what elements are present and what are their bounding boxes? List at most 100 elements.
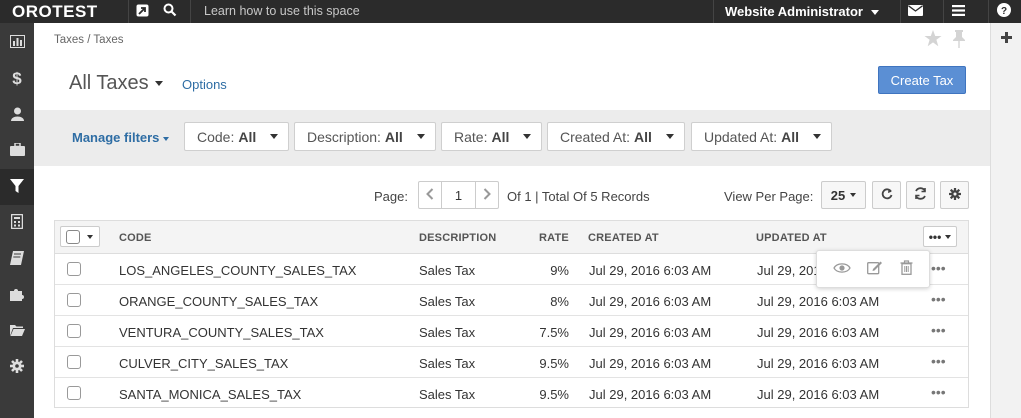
filter-description[interactable]: Description: All: [294, 122, 436, 151]
cell-code: SANTA_MONICA_SALES_TAX: [119, 387, 302, 402]
help-icon: ?: [996, 3, 1011, 20]
row-actions-button[interactable]: •••: [931, 291, 946, 307]
cell-rate: 8%: [550, 294, 569, 309]
search-button[interactable]: [156, 0, 184, 23]
column-header-rate[interactable]: RATE: [539, 232, 569, 244]
column-header-description[interactable]: DESCRIPTION: [419, 232, 496, 244]
filter-created-at[interactable]: Created At: All: [547, 122, 685, 151]
page-number-input[interactable]: 1: [441, 182, 476, 208]
create-tax-button[interactable]: Create Tax: [878, 66, 966, 94]
menu-button[interactable]: [943, 0, 973, 23]
user-icon: [10, 107, 24, 124]
cell-rate: 9.5%: [539, 387, 569, 402]
sidebar-item-marketing[interactable]: [0, 241, 34, 277]
filter-value: All: [491, 128, 510, 145]
cell-code: ORANGE_COUNTY_SALES_TAX: [119, 294, 319, 309]
user-menu[interactable]: Website Administrator: [713, 0, 893, 23]
search-icon: [163, 3, 177, 20]
cell-rate: 9%: [550, 263, 569, 278]
table-row[interactable]: VENTURA_COUNTY_SALES_TAX Sales Tax 7.5% …: [55, 316, 968, 347]
refresh-button[interactable]: [906, 181, 935, 209]
row-actions-button[interactable]: •••: [931, 353, 946, 369]
sidebar-item-files[interactable]: [0, 313, 34, 349]
help-button[interactable]: ?: [988, 0, 1018, 23]
gear-icon: [10, 358, 24, 376]
chevron-down-icon: [416, 134, 425, 139]
filter-label: Description:: [307, 128, 381, 145]
prev-page-button[interactable]: [419, 182, 441, 208]
sidebar-item-activities[interactable]: [0, 133, 34, 169]
column-header-updated-at[interactable]: UPDATED AT: [756, 232, 827, 244]
chevron-down-icon: [163, 136, 170, 141]
edit-icon[interactable]: [867, 260, 883, 278]
cell-rate: 9.5%: [539, 356, 569, 371]
cell-description: Sales Tax: [419, 387, 476, 402]
manage-filters-button[interactable]: Manage filters: [72, 130, 170, 145]
row-checkbox[interactable]: [67, 324, 81, 338]
sidebar-item-customers[interactable]: [0, 97, 34, 133]
view-per-page-label: View Per Page:: [724, 189, 814, 204]
menu-icon: [952, 4, 965, 19]
filter-rate[interactable]: Rate: All: [441, 122, 543, 151]
reset-button[interactable]: [872, 181, 901, 209]
row-checkbox[interactable]: [67, 293, 81, 307]
column-header-created-at[interactable]: CREATED AT: [588, 232, 659, 244]
shortcut-button[interactable]: [128, 0, 156, 23]
row-checkbox[interactable]: [67, 386, 81, 400]
pin-icon[interactable]: [952, 30, 966, 51]
manage-filters-label: Manage filters: [72, 130, 160, 145]
puzzle-icon: [10, 287, 24, 304]
filter-label: Code:: [197, 128, 235, 145]
svg-text:?: ?: [1000, 6, 1006, 17]
star-icon[interactable]: [924, 30, 942, 51]
row-actions-button[interactable]: •••: [931, 322, 946, 338]
app-logo[interactable]: OROTEST: [0, 0, 112, 23]
row-actions-button[interactable]: •••: [931, 384, 946, 400]
filter-code[interactable]: Code: All: [184, 122, 290, 151]
sidebar-item-sales[interactable]: $: [0, 61, 34, 97]
mail-button[interactable]: [900, 0, 930, 23]
help-hint-link[interactable]: Learn how to use this space: [190, 0, 713, 23]
top-navbar: OROTEST Learn how to use this space Webs…: [0, 0, 1021, 23]
pager: 1: [418, 181, 499, 209]
add-widget-button[interactable]: [991, 27, 1021, 49]
cell-code: LOS_ANGELES_COUNTY_SALES_TAX: [119, 263, 357, 278]
view-icon[interactable]: [833, 262, 851, 277]
cell-updated-at: Jul 29, 2016 6:03 AM: [757, 387, 880, 402]
cell-created-at: Jul 29, 2016 6:03 AM: [589, 294, 712, 309]
cell-rate: 7.5%: [539, 325, 569, 340]
chevron-right-icon: [483, 187, 491, 204]
filter-value: All: [238, 128, 257, 145]
table-row[interactable]: SANTA_MONICA_SALES_TAX Sales Tax 9.5% Ju…: [55, 378, 968, 409]
cell-description: Sales Tax: [419, 356, 476, 371]
filter-updated-at[interactable]: Updated At: All: [691, 122, 833, 151]
select-all-dropdown[interactable]: [60, 226, 100, 247]
page-title[interactable]: All Taxes: [69, 72, 163, 95]
sidebar-item-integrations[interactable]: [0, 277, 34, 313]
column-header-code[interactable]: CODE: [119, 232, 152, 244]
filter-value: All: [634, 128, 652, 145]
row-actions-button[interactable]: •••: [931, 260, 946, 276]
chevron-down-icon: [945, 234, 952, 239]
cell-updated-at: Jul 29, 2016 6:03 AM: [757, 325, 880, 340]
per-page-select[interactable]: 25: [821, 181, 866, 209]
gear-icon: [948, 187, 961, 203]
grid-settings-button[interactable]: [940, 181, 969, 209]
sidebar-item-system[interactable]: [0, 349, 34, 385]
table-row[interactable]: ORANGE_COUNTY_SALES_TAX Sales Tax 8% Jul…: [55, 285, 968, 316]
row-checkbox[interactable]: [67, 355, 81, 369]
filter-bar: Manage filters Code: All Description: All …: [34, 110, 990, 166]
row-checkbox[interactable]: [67, 262, 81, 276]
options-link[interactable]: Options: [182, 77, 227, 92]
cell-description: Sales Tax: [419, 294, 476, 309]
shortcut-icon: [136, 4, 149, 20]
sidebar-item-taxes[interactable]: [0, 169, 34, 205]
table-row[interactable]: CULVER_CITY_SALES_TAX Sales Tax 9.5% Jul…: [55, 347, 968, 378]
grid-actions-dropdown[interactable]: •••: [923, 226, 957, 247]
sidebar-item-dashboard[interactable]: [0, 25, 34, 61]
refresh-icon: [914, 187, 927, 203]
next-page-button[interactable]: [476, 182, 498, 208]
delete-icon[interactable]: [900, 260, 913, 278]
sidebar-item-reports[interactable]: [0, 205, 34, 241]
select-all-checkbox[interactable]: [66, 230, 80, 244]
